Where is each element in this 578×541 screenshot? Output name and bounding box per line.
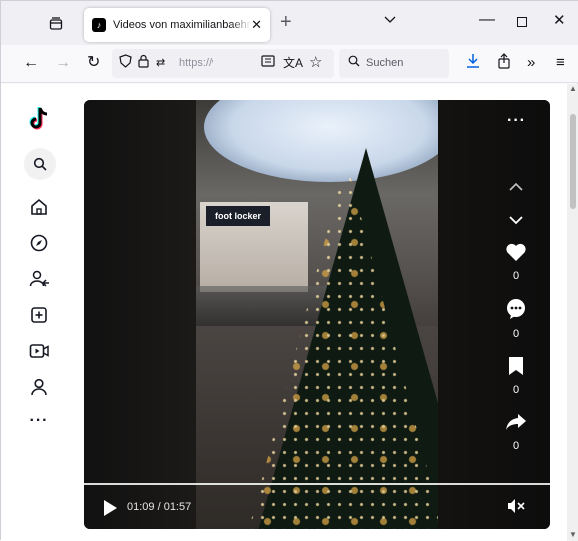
bookmark-action[interactable]: 0 [499, 356, 533, 396]
search-placeholder: Suchen [366, 57, 404, 69]
permissions-icon[interactable]: ⇄ [156, 54, 165, 72]
following-icon[interactable] [15, 264, 63, 294]
play-icon[interactable] [104, 500, 117, 516]
video-blur-right [438, 100, 550, 529]
more-icon[interactable]: ··· [15, 406, 63, 436]
share-arrow-icon[interactable] [505, 412, 527, 432]
heart-icon[interactable] [505, 242, 527, 262]
bookmark-count: 0 [512, 384, 520, 396]
maximize-icon[interactable] [517, 17, 527, 27]
video-progress-bar[interactable] [84, 483, 550, 485]
share-action[interactable]: 0 [499, 412, 533, 452]
plus-icon[interactable]: + [280, 12, 292, 32]
tab-list-icon[interactable] [45, 13, 67, 35]
scroll-up-icon[interactable]: ▲ [569, 84, 577, 93]
chevron-up-icon[interactable] [509, 178, 523, 194]
back-arrow-icon[interactable]: ← [23, 53, 39, 73]
comment-count: 0 [512, 328, 520, 340]
mute-icon[interactable] [507, 498, 525, 519]
search-bar[interactable]: Suchen [339, 49, 449, 78]
video-player[interactable]: foot locker ··· 0 0 0 0 01:09 / 01:57 [84, 100, 550, 529]
reload-icon[interactable]: ↻ [87, 53, 100, 73]
bookmark-icon[interactable] [508, 356, 524, 376]
live-icon[interactable] [15, 336, 63, 366]
page-scrollbar[interactable]: ▲ ▼ [567, 84, 578, 541]
minimize-icon[interactable]: — [479, 11, 495, 29]
tab-strip: ♪ Videos von maximilianbaehring ✕ + — ✕ [1, 1, 578, 45]
nav-toolbar: ← → ↻ ⇄ https://w 文A ☆ Suchen [1, 45, 578, 83]
shield-icon[interactable] [119, 54, 132, 73]
video-frame: foot locker [196, 100, 438, 529]
more-options-icon[interactable]: ··· [507, 112, 526, 130]
share-count: 0 [512, 440, 520, 452]
profile-icon[interactable] [15, 372, 63, 402]
search-icon[interactable] [24, 148, 56, 180]
window-close-icon[interactable]: ✕ [553, 11, 566, 29]
upload-icon[interactable] [15, 300, 63, 330]
tiktok-logo[interactable] [28, 106, 52, 132]
active-tab[interactable]: ♪ Videos von maximilianbaehring ✕ [84, 8, 270, 42]
chevron-down-icon[interactable] [384, 13, 396, 27]
comment-icon[interactable] [505, 298, 527, 320]
like-count: 0 [512, 270, 520, 282]
close-icon[interactable]: ✕ [251, 17, 262, 33]
reader-view-icon[interactable] [261, 54, 275, 72]
video-blur-left [84, 100, 196, 529]
translate-icon[interactable]: 文A [283, 54, 303, 72]
lock-icon[interactable] [138, 54, 149, 73]
search-icon [348, 55, 360, 70]
scroll-thumb[interactable] [570, 114, 576, 209]
tiktok-sidebar: ··· [15, 84, 63, 541]
chevron-down-icon[interactable] [509, 212, 523, 228]
tiktok-favicon: ♪ [92, 18, 106, 32]
url-text: https://w [179, 57, 213, 69]
browser-window: ♪ Videos von maximilianbaehring ✕ + — ✕ … [0, 0, 578, 541]
url-bar[interactable]: ⇄ https://w 文A ☆ [112, 49, 334, 78]
bookmark-star-icon[interactable]: ☆ [309, 54, 322, 72]
tab-title: Videos von maximilianbaehring [113, 19, 251, 31]
download-icon[interactable] [466, 53, 480, 75]
scroll-down-icon[interactable]: ▼ [569, 530, 577, 539]
comment-action[interactable]: 0 [499, 298, 533, 340]
like-action[interactable]: 0 [499, 242, 533, 282]
video-time: 01:09 / 01:57 [127, 501, 192, 513]
forward-arrow-icon[interactable]: → [55, 53, 71, 73]
home-icon[interactable] [15, 192, 63, 222]
overflow-chevrons-icon[interactable]: » [527, 53, 535, 73]
explore-icon[interactable] [15, 228, 63, 258]
hamburger-menu-icon[interactable]: ≡ [556, 53, 565, 73]
share-icon[interactable] [497, 53, 511, 75]
